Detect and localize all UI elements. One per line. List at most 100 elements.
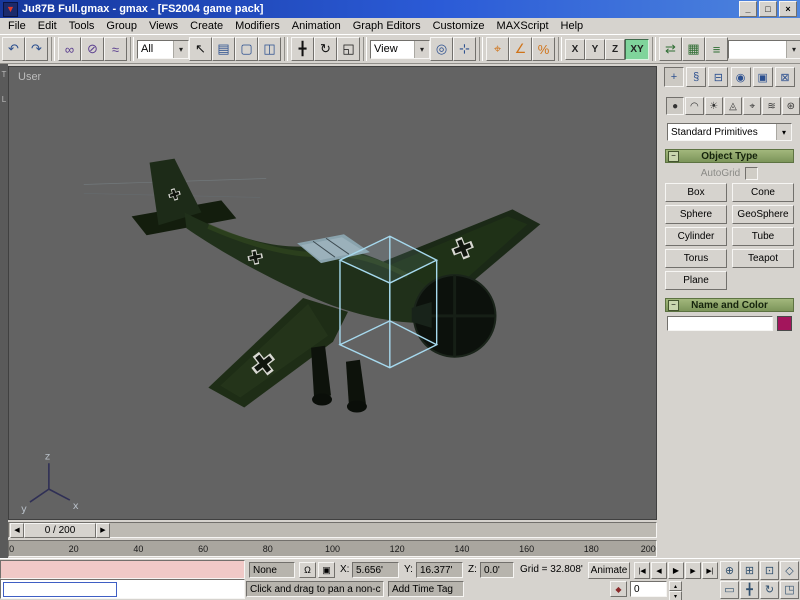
teapot-button[interactable]: Teapot [732, 249, 794, 268]
chevron-down-icon[interactable]: ▾ [173, 41, 188, 58]
menu-maxscript[interactable]: MAXScript [491, 19, 555, 33]
minimize-button[interactable]: _ [739, 1, 757, 17]
menu-tools[interactable]: Tools [63, 19, 101, 33]
select-and-rotate-icon[interactable]: ↻ [314, 37, 337, 61]
array-icon[interactable]: ▦ [682, 37, 705, 61]
named-selection-dropdown[interactable]: ▾ [728, 40, 800, 59]
redo-icon[interactable]: ↷ [25, 37, 48, 61]
display-tab[interactable]: ▣ [753, 67, 773, 87]
animate-button[interactable]: Animate [588, 562, 630, 579]
spacewarps-category-icon[interactable]: ≋ [762, 97, 780, 115]
lights-category-icon[interactable]: ☀ [705, 97, 723, 115]
autogrid-checkbox[interactable] [745, 167, 758, 180]
motion-tab[interactable]: ◉ [731, 67, 751, 87]
selection-region-icon[interactable]: ▢ [235, 37, 258, 61]
time-slider-prev-icon[interactable]: ◀ [10, 523, 24, 538]
menu-file[interactable]: File [2, 19, 32, 33]
viewport-scene[interactable]: z y x [9, 67, 656, 519]
current-frame-field[interactable]: 0 [630, 581, 667, 597]
play-animation-icon[interactable]: ▶ [668, 562, 684, 579]
z-coordinate-field[interactable]: 0.0' [480, 562, 514, 578]
previous-frame-icon[interactable]: ◀ [651, 562, 667, 579]
cone-button[interactable]: Cone [732, 183, 794, 202]
maxscript-macro-recorder[interactable] [0, 560, 245, 579]
geosphere-button[interactable]: GeoSphere [732, 205, 794, 224]
spinner-up-icon[interactable]: ▴ [669, 581, 682, 591]
torus-button[interactable]: Torus [665, 249, 727, 268]
snap-toggle-icon[interactable]: ⌖ [486, 37, 509, 61]
plane-button[interactable]: Plane [665, 271, 727, 290]
shapes-category-icon[interactable]: ◠ [685, 97, 703, 115]
zoom-extents-icon[interactable]: ⊡ [760, 561, 779, 580]
chevron-down-icon[interactable]: ▾ [776, 124, 791, 140]
cameras-category-icon[interactable]: ◬ [724, 97, 742, 115]
window-crossing-icon[interactable]: ◫ [258, 37, 281, 61]
chevron-down-icon[interactable]: ▾ [414, 41, 429, 58]
select-manipulate-icon[interactable]: ⊹ [453, 37, 476, 61]
maxscript-listener[interactable] [0, 579, 245, 599]
collapse-icon[interactable]: − [668, 300, 679, 311]
x-coordinate-field[interactable]: 5.656' [352, 562, 399, 578]
go-to-start-icon[interactable]: |◀ [634, 562, 650, 579]
zoom-region-icon[interactable]: ▭ [720, 581, 739, 600]
top-viewport-sliver[interactable]: T [0, 70, 8, 79]
chevron-down-icon[interactable]: ▾ [786, 41, 800, 58]
arc-rotate-icon[interactable]: ↻ [760, 581, 779, 600]
restrict-xy-plane-button[interactable]: XY [625, 39, 649, 60]
menu-animation[interactable]: Animation [286, 19, 347, 33]
menu-edit[interactable]: Edit [32, 19, 63, 33]
cylinder-button[interactable]: Cylinder [665, 227, 727, 246]
select-and-scale-icon[interactable]: ◱ [337, 37, 360, 61]
percent-snap-icon[interactable]: % [532, 37, 555, 61]
absolute-offset-toggle-icon[interactable]: ▣ [318, 562, 335, 578]
menu-modifiers[interactable]: Modifiers [229, 19, 286, 33]
spinner-down-icon[interactable]: ▾ [669, 591, 682, 600]
utilities-tab[interactable]: ⊠ [775, 67, 795, 87]
name-color-rollout-header[interactable]: − Name and Color [665, 298, 794, 312]
time-slider-track[interactable] [110, 524, 655, 537]
restrict-x-button[interactable]: X [565, 39, 585, 60]
object-name-input[interactable] [667, 316, 773, 331]
time-slider-next-icon[interactable]: ▶ [96, 523, 110, 538]
select-object-icon[interactable]: ↖ [189, 37, 212, 61]
zoom-icon[interactable]: ⊕ [720, 561, 739, 580]
helpers-category-icon[interactable]: ⌖ [743, 97, 761, 115]
tube-button[interactable]: Tube [732, 227, 794, 246]
menu-customize[interactable]: Customize [427, 19, 491, 33]
selection-status-field[interactable]: None [249, 562, 295, 578]
select-and-move-icon[interactable]: ╋ [291, 37, 314, 61]
object-color-swatch[interactable] [777, 316, 792, 331]
key-mode-toggle-icon[interactable]: ◆ [610, 581, 627, 597]
align-icon[interactable]: ≡ [705, 37, 728, 61]
left-viewport-sliver[interactable]: L [0, 95, 8, 104]
mirror-icon[interactable]: ⇄ [659, 37, 682, 61]
menu-create[interactable]: Create [184, 19, 229, 33]
maximize-button[interactable]: □ [759, 1, 777, 17]
primitives-dropdown[interactable]: Standard Primitives ▾ [667, 123, 792, 141]
zoom-all-icon[interactable]: ⊞ [740, 561, 759, 580]
field-of-view-icon[interactable]: ◇ [780, 561, 799, 580]
restrict-y-button[interactable]: Y [585, 39, 605, 60]
pan-icon[interactable]: ╋ [740, 581, 759, 600]
menu-views[interactable]: Views [143, 19, 184, 33]
add-time-tag[interactable]: Add Time Tag [388, 581, 464, 597]
select-by-name-icon[interactable]: ▤ [212, 37, 235, 61]
viewport-user[interactable]: User [8, 66, 657, 520]
app-icon[interactable]: ▼ [3, 2, 18, 17]
next-frame-icon[interactable]: ▶ [685, 562, 701, 579]
create-tab[interactable]: + [664, 67, 684, 87]
object-type-rollout-header[interactable]: − Object Type [665, 149, 794, 163]
box-button[interactable]: Box [665, 183, 727, 202]
menu-graph-editors[interactable]: Graph Editors [347, 19, 427, 33]
collapse-icon[interactable]: − [668, 151, 679, 162]
modify-tab[interactable]: § [686, 67, 706, 87]
reference-coordinate-dropdown[interactable]: View ▾ [370, 40, 430, 59]
geometry-category-icon[interactable]: ● [666, 97, 684, 115]
selection-lock-icon[interactable]: Ω [299, 562, 316, 578]
track-bar[interactable]: 0 20 40 60 80 100 120 140 160 180 200 [8, 540, 657, 557]
select-and-link-icon[interactable]: ∞ [58, 37, 81, 61]
viewport-label[interactable]: User [18, 71, 41, 83]
maxscript-input[interactable] [3, 582, 117, 597]
time-slider-handle[interactable]: 0 / 200 [24, 523, 96, 538]
use-center-icon[interactable]: ◎ [430, 37, 453, 61]
